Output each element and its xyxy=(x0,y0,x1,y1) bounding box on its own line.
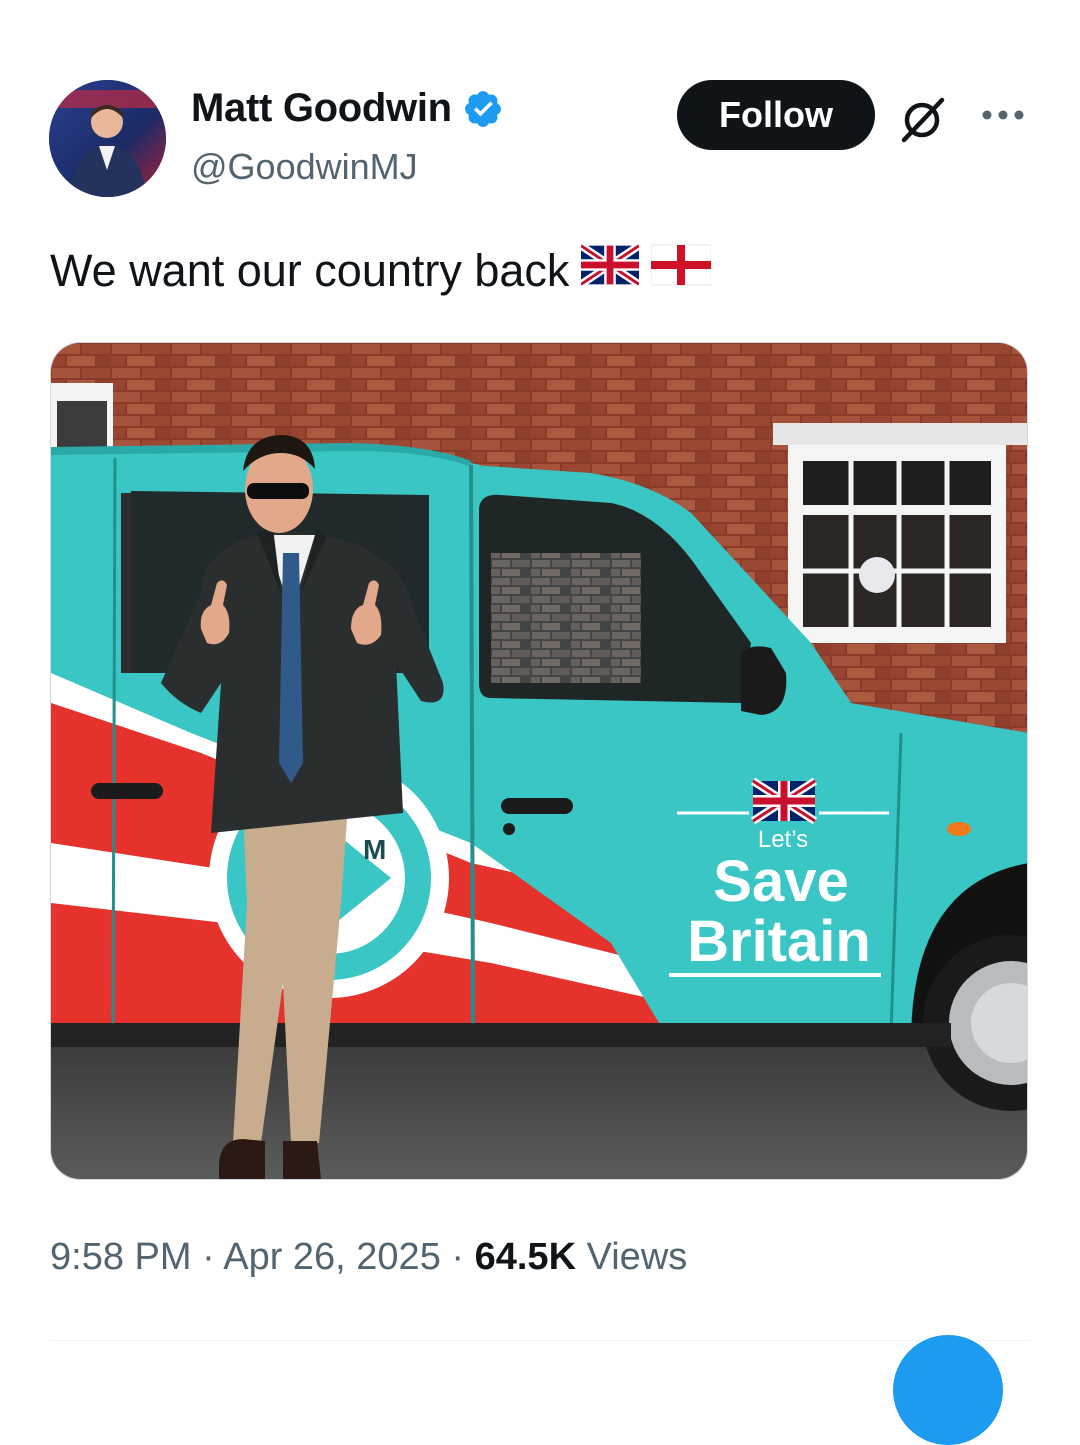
meta-separator-2: · xyxy=(451,1236,465,1278)
tweet-time[interactable]: 9:58 PM xyxy=(50,1236,192,1278)
tweet-text: We want our country back xyxy=(50,242,712,297)
tweet-image[interactable]: M Let’s Save Britain xyxy=(50,342,1028,1180)
author-display-name[interactable]: Matt Goodwin xyxy=(191,86,504,131)
tweet-text-content: We want our country back xyxy=(50,244,570,296)
divider xyxy=(50,1340,1030,1341)
door-logo-fragment: M xyxy=(363,834,386,865)
taxi-save-text: Save xyxy=(713,849,848,914)
door-union-jack-icon xyxy=(750,777,818,825)
tweet-meta: 9:58 PM · Apr 26, 2025 · 64.5K Views xyxy=(50,1236,687,1279)
author-name-text[interactable]: Matt Goodwin xyxy=(191,86,452,131)
author-handle[interactable]: @GoodwinMJ xyxy=(191,146,418,188)
grok-icon[interactable] xyxy=(898,94,950,144)
verified-badge-icon xyxy=(462,88,504,130)
views-count: 64.5K xyxy=(474,1236,577,1278)
avatar[interactable] xyxy=(49,80,166,197)
compose-fab-button[interactable] xyxy=(893,1335,1003,1445)
views-label: Views xyxy=(586,1236,688,1278)
meta-separator: · xyxy=(202,1236,215,1278)
taxi-britain-text: Britain xyxy=(687,909,871,974)
tweet-date[interactable]: Apr 26, 2025 xyxy=(223,1236,441,1278)
england-flag-icon xyxy=(650,244,712,297)
follow-button[interactable]: Follow xyxy=(677,80,875,150)
union-jack-flag-icon xyxy=(579,242,642,297)
more-options-icon[interactable] xyxy=(980,100,1026,130)
